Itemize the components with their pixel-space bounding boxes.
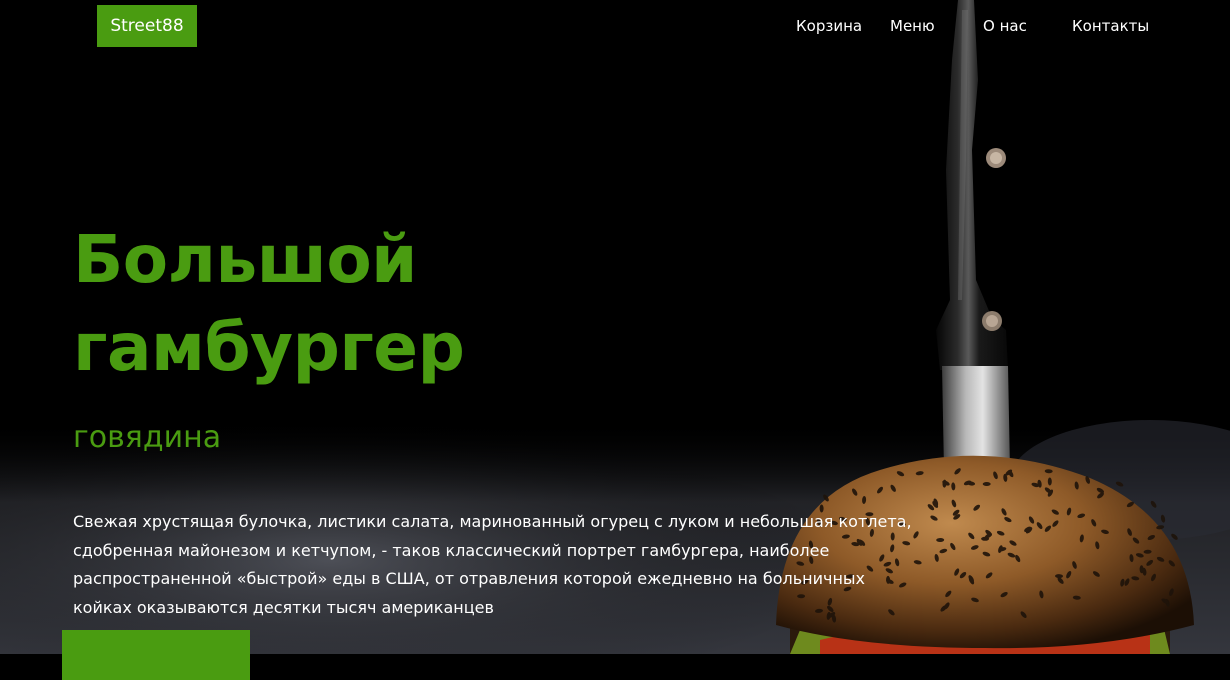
hero-subtitle: говядина xyxy=(73,420,222,455)
hero-description: Свежая хрустящая булочка, листики салата… xyxy=(73,512,912,617)
nav-contacts-link[interactable]: Контакты xyxy=(1072,17,1149,35)
nav-cart-link[interactable]: Корзина xyxy=(796,17,862,35)
nav-menu-link[interactable]: Меню xyxy=(890,17,935,35)
nav-about-link[interactable]: О нас xyxy=(983,17,1027,35)
hero-title-line1: Большой xyxy=(73,221,417,298)
hero-cta-button[interactable] xyxy=(62,630,250,680)
hero-title: Большой гамбургер xyxy=(73,216,465,392)
site-logo[interactable]: Street88 xyxy=(97,5,197,47)
hero-title-line2: гамбургер xyxy=(73,309,465,386)
